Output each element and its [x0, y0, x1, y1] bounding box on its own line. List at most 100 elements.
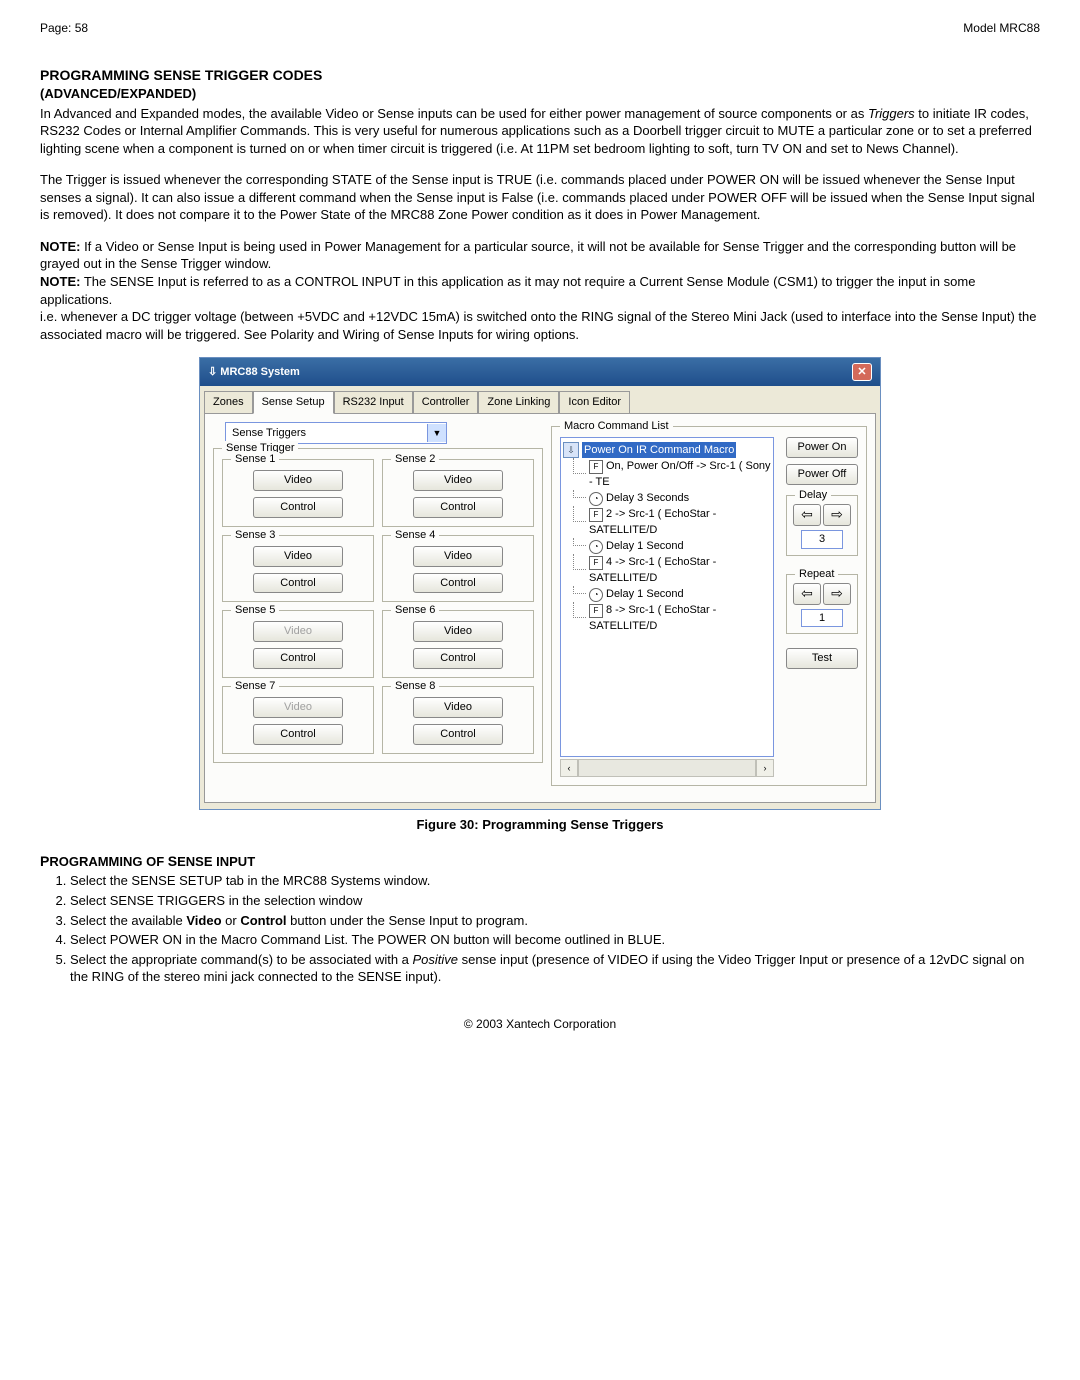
- tree-root[interactable]: ⇩ Power On IR Command Macro: [563, 442, 771, 458]
- sense-4-legend: Sense 4: [391, 528, 439, 543]
- sense-6-video-button[interactable]: Video: [413, 621, 503, 642]
- app-window: ⇩ MRC88 System ✕ ZonesSense SetupRS232 I…: [199, 357, 881, 810]
- tree-scrollbar[interactable]: ‹ ›: [560, 759, 774, 777]
- delay-right-button[interactable]: ⇨: [823, 504, 851, 526]
- macro-legend: Macro Command List: [560, 419, 673, 434]
- sense-8-cell: Sense 8VideoControl: [382, 686, 534, 754]
- paragraph-3: i.e. whenever a DC trigger voltage (betw…: [40, 309, 1036, 342]
- tree-node[interactable]: F4 -> Src-1 ( EchoStar - SATELLITE/D: [585, 554, 771, 586]
- note-1: NOTE: If a Video or Sense Input is being…: [40, 238, 1040, 343]
- dropdown-value: Sense Triggers: [226, 426, 427, 441]
- tree-node-label: 4 -> Src-1 ( EchoStar - SATELLITE/D: [589, 556, 716, 584]
- step-5: Select the appropriate command(s) to be …: [70, 951, 1040, 986]
- power-on-button[interactable]: Power On: [786, 437, 858, 458]
- macro-command-list-group: Macro Command List ⇩ Power On IR Command…: [551, 426, 867, 786]
- paragraph-1: In Advanced and Expanded modes, the avai…: [40, 105, 1040, 158]
- repeat-right-button[interactable]: ⇨: [823, 583, 851, 605]
- tab-panel: Sense Triggers ▼ Sense Trigger Sense 1Vi…: [204, 413, 876, 803]
- tree-node-label: Delay 1 Second: [606, 588, 684, 600]
- tree-node-label: Delay 3 Seconds: [606, 492, 689, 504]
- f-code-icon: F: [589, 604, 603, 618]
- delay-left-button[interactable]: ⇦: [793, 504, 821, 526]
- page-number-left: Page: 58: [40, 20, 88, 36]
- repeat-left-button[interactable]: ⇦: [793, 583, 821, 605]
- sense-1-legend: Sense 1: [231, 452, 279, 467]
- macro-tree[interactable]: ⇩ Power On IR Command Macro FOn, Power O…: [560, 437, 774, 757]
- sense-2-cell: Sense 2VideoControl: [382, 459, 534, 527]
- note2-label: NOTE:: [40, 274, 80, 289]
- scroll-right-icon[interactable]: ›: [756, 759, 774, 777]
- sense-3-control-button[interactable]: Control: [253, 573, 343, 594]
- f-code-icon: F: [589, 508, 603, 522]
- sense-3-video-button[interactable]: Video: [253, 546, 343, 567]
- close-icon[interactable]: ✕: [852, 363, 872, 381]
- sense-8-control-button[interactable]: Control: [413, 724, 503, 745]
- step-3: Select the available Video or Control bu…: [70, 912, 1040, 930]
- sense-1-control-button[interactable]: Control: [253, 497, 343, 518]
- tree-node[interactable]: F2 -> Src-1 ( EchoStar - SATELLITE/D: [585, 506, 771, 538]
- section-subtitle: (ADVANCED/EXPANDED): [40, 85, 1040, 103]
- sense-trigger-group: Sense Trigger Sense 1VideoControlSense 2…: [213, 448, 543, 763]
- note1-text: If a Video or Sense Input is being used …: [40, 239, 1016, 272]
- sense-7-cell: Sense 7VideoControl: [222, 686, 374, 754]
- tab-zone-linking[interactable]: Zone Linking: [478, 391, 559, 413]
- sense-6-cell: Sense 6VideoControl: [382, 610, 534, 678]
- paragraph-2: The Trigger is issued whenever the corre…: [40, 171, 1040, 224]
- power-off-button[interactable]: Power Off: [786, 464, 858, 485]
- sense-7-control-button[interactable]: Control: [253, 724, 343, 745]
- sense-5-control-button[interactable]: Control: [253, 648, 343, 669]
- sense-5-legend: Sense 5: [231, 603, 279, 618]
- macro-side-buttons: Power On Power Off Delay ⇦ ⇨ 3: [786, 437, 858, 777]
- tab-zones[interactable]: Zones: [204, 391, 253, 413]
- f-code-icon: F: [589, 556, 603, 570]
- repeat-value-input[interactable]: 1: [801, 609, 843, 628]
- sense-8-video-button[interactable]: Video: [413, 697, 503, 718]
- figure-caption: Figure 30: Programming Sense Triggers: [40, 816, 1040, 834]
- sense-5-video-button: Video: [253, 621, 343, 642]
- tree-node[interactable]: ◔Delay 3 Seconds: [585, 490, 771, 506]
- footer: © 2003 Xantech Corporation: [40, 1016, 1040, 1032]
- tree-node[interactable]: FOn, Power On/Off -> Src-1 ( Sony - TE: [585, 458, 771, 490]
- scroll-track[interactable]: [578, 759, 756, 777]
- sense-4-video-button[interactable]: Video: [413, 546, 503, 567]
- delay-value-input[interactable]: 3: [801, 530, 843, 549]
- sense-2-video-button[interactable]: Video: [413, 470, 503, 491]
- repeat-group: Repeat ⇦ ⇨ 1: [786, 574, 858, 635]
- scroll-left-icon[interactable]: ‹: [560, 759, 578, 777]
- test-button[interactable]: Test: [786, 648, 858, 669]
- tree-node-label: Delay 1 Second: [606, 540, 684, 552]
- f-code-icon: F: [589, 460, 603, 474]
- sense-1-video-button[interactable]: Video: [253, 470, 343, 491]
- delay-group: Delay ⇦ ⇨ 3: [786, 495, 858, 556]
- section-title: PROGRAMMING SENSE TRIGGER CODES: [40, 66, 1040, 85]
- sense-4-cell: Sense 4VideoControl: [382, 535, 534, 603]
- steps-list: Select the SENSE SETUP tab in the MRC88 …: [70, 872, 1040, 985]
- sense-5-cell: Sense 5VideoControl: [222, 610, 374, 678]
- note1-label: NOTE:: [40, 239, 80, 254]
- sense-4-control-button[interactable]: Control: [413, 573, 503, 594]
- chevron-down-icon[interactable]: ▼: [427, 424, 446, 442]
- sense-6-control-button[interactable]: Control: [413, 648, 503, 669]
- sense-7-video-button: Video: [253, 697, 343, 718]
- page-header: Page: 58 Model MRC88: [40, 20, 1040, 36]
- titlebar: ⇩ MRC88 System ✕: [200, 358, 880, 386]
- tabstrip: ZonesSense SetupRS232 InputControllerZon…: [200, 386, 880, 413]
- sense-2-control-button[interactable]: Control: [413, 497, 503, 518]
- tab-rs232[interactable]: RS232 Input: [334, 391, 413, 413]
- paragraph-1-em: Triggers: [868, 106, 915, 121]
- window-title: ⇩ MRC88 System: [208, 365, 300, 380]
- step-4: Select POWER ON in the Macro Command Lis…: [70, 931, 1040, 949]
- tree-node[interactable]: F8 -> Src-1 ( EchoStar - SATELLITE/D: [585, 602, 771, 634]
- tree-node[interactable]: ◔Delay 1 Second: [585, 586, 771, 602]
- tab-controller[interactable]: Controller: [413, 391, 479, 413]
- tab-icon-editor[interactable]: Icon Editor: [559, 391, 630, 413]
- tree-node[interactable]: ◔Delay 1 Second: [585, 538, 771, 554]
- page-number-right: Model MRC88: [963, 20, 1040, 36]
- clock-icon: ◔: [589, 492, 603, 506]
- tab-sense-setup[interactable]: Sense Setup: [253, 391, 334, 414]
- delay-legend: Delay: [795, 488, 831, 503]
- sense-7-legend: Sense 7: [231, 679, 279, 694]
- tree-node-label: 2 -> Src-1 ( EchoStar - SATELLITE/D: [589, 508, 716, 536]
- steps-heading: PROGRAMMING OF SENSE INPUT: [40, 852, 1040, 871]
- step-1: Select the SENSE SETUP tab in the MRC88 …: [70, 872, 1040, 890]
